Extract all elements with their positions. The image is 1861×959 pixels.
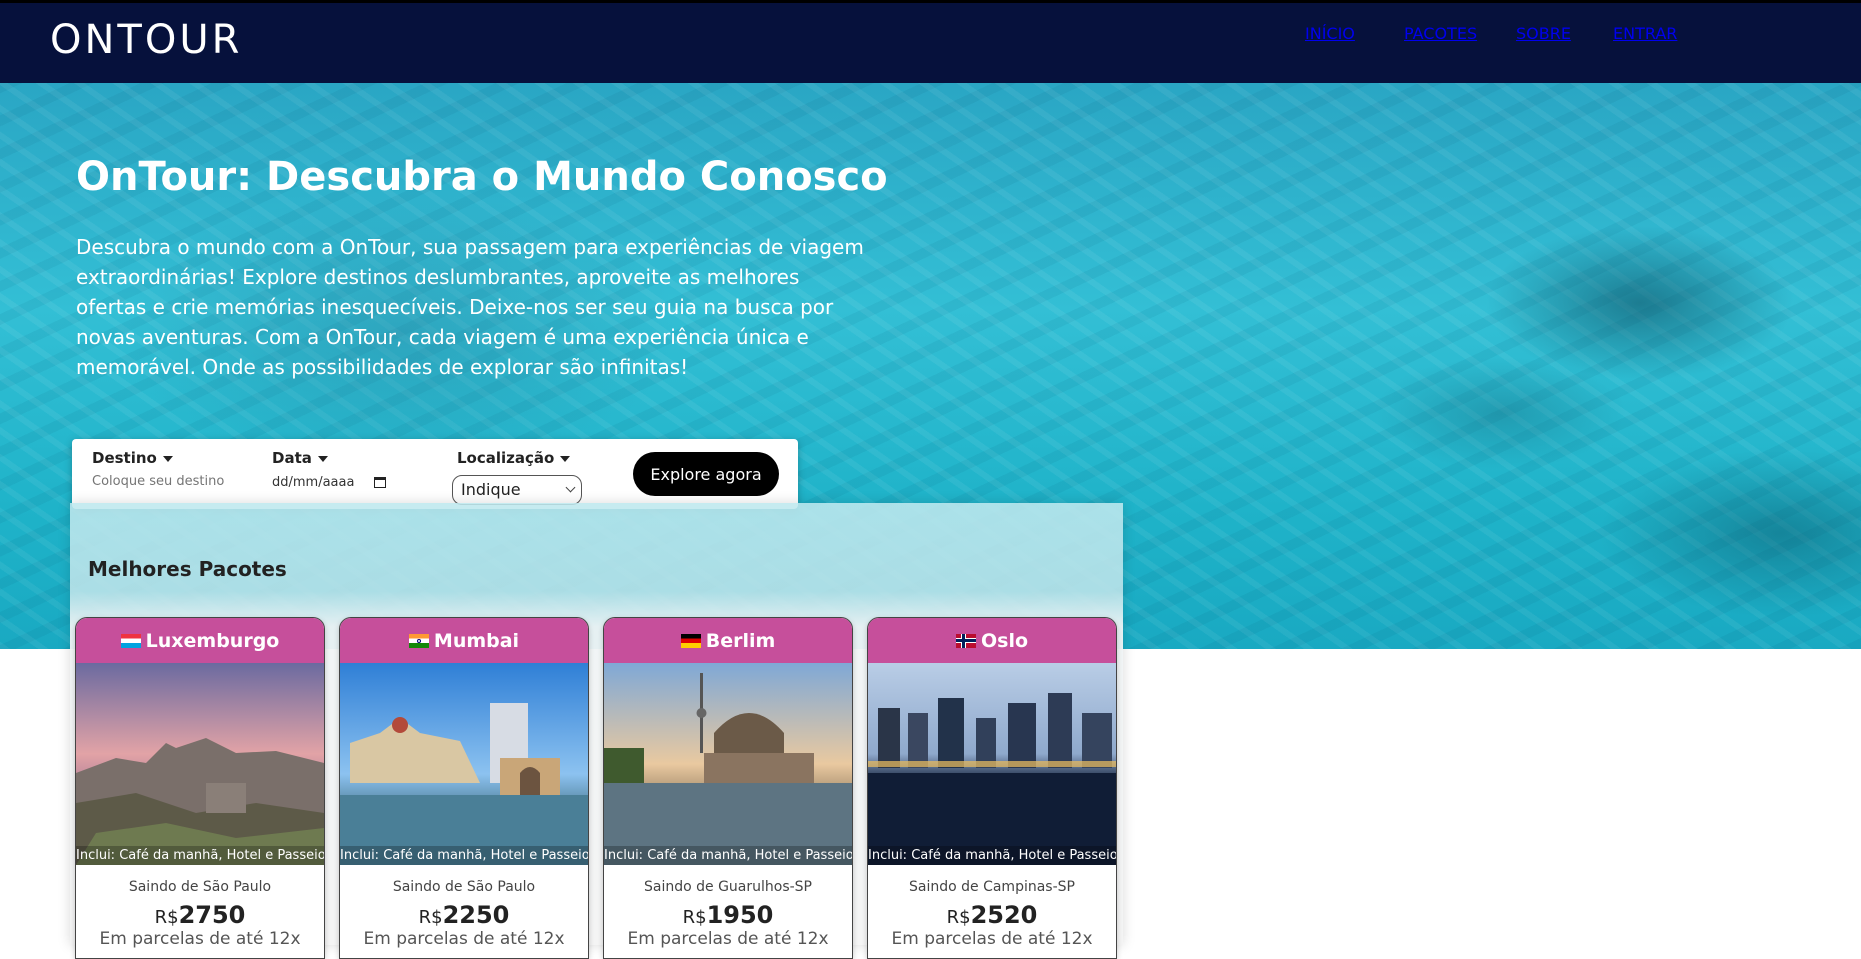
card-installments: Em parcelas de até 12x xyxy=(99,929,301,949)
card-currency: R$ xyxy=(682,907,707,928)
search-bar: Destino Data dd/mm/aaaa Localização Indi… xyxy=(72,439,798,509)
card-currency: R$ xyxy=(418,907,443,928)
localizacao-selected-value: Indique xyxy=(461,480,521,499)
nav-sobre[interactable]: SOBRE xyxy=(1516,24,1571,43)
package-card-luxemburgo[interactable]: Luxemburgo Inclui: Café da manhã, Hotel … xyxy=(75,617,325,959)
card-includes: Inclui: Café da manhã, Hotel e Passeios xyxy=(604,846,852,865)
berlin-photo xyxy=(604,663,852,865)
card-price-value: 2250 xyxy=(442,901,510,929)
caret-down-icon xyxy=(560,455,571,462)
nav-inicio[interactable]: INÍCIO xyxy=(1305,24,1355,43)
card-departure: Saindo de São Paulo xyxy=(128,879,272,895)
luxembourg-photo xyxy=(76,663,324,865)
card-header: Oslo xyxy=(868,618,1116,663)
luxembourg-flag-icon xyxy=(120,633,141,648)
destination-image: Inclui: Café da manhã, Hotel e Passeios xyxy=(76,663,324,865)
caret-down-icon xyxy=(162,455,173,462)
top-navbar: ONTOUR INÍCIO PACOTES SOBRE ENTRAR xyxy=(0,0,1861,83)
nav-pacotes[interactable]: PACOTES xyxy=(1404,24,1477,43)
card-currency: R$ xyxy=(946,907,971,928)
localizacao-select[interactable]: Indique xyxy=(452,475,582,505)
card-city: Luxemburgo xyxy=(145,629,280,652)
card-currency: R$ xyxy=(154,907,179,928)
card-price-value: 2520 xyxy=(970,901,1038,929)
data-label-text: Data xyxy=(272,449,312,467)
card-departure: Saindo de Campinas-SP xyxy=(909,879,1075,895)
localizacao-label[interactable]: Localização xyxy=(457,449,571,467)
destination-image: Inclui: Café da manhã, Hotel e Passeios xyxy=(604,663,852,865)
card-installments: Em parcelas de até 12x xyxy=(363,929,565,949)
nav-entrar[interactable]: ENTRAR xyxy=(1613,24,1677,43)
card-price: R$2750 xyxy=(76,901,324,929)
hero-description: Descubra o mundo com a OnTour, sua passa… xyxy=(76,235,864,379)
card-price: R$2520 xyxy=(868,901,1116,929)
card-price-value: 1950 xyxy=(706,901,774,929)
card-departure: Saindo de Guarulhos-SP xyxy=(643,879,812,895)
package-card-mumbai[interactable]: Mumbai Inclui: Café da manhã, Hotel e Pa… xyxy=(339,617,589,959)
explore-button[interactable]: Explore agora xyxy=(633,452,779,496)
data-label[interactable]: Data xyxy=(272,449,328,467)
germany-flag-icon xyxy=(680,633,701,648)
packages-title: Melhores Pacotes xyxy=(88,557,287,581)
destino-label[interactable]: Destino xyxy=(92,449,173,467)
destination-image: Inclui: Café da manhã, Hotel e Passeios xyxy=(868,663,1116,865)
calendar-icon[interactable] xyxy=(374,477,386,488)
card-price: R$2250 xyxy=(340,901,588,929)
card-includes: Inclui: Café da manhã, Hotel e Passeios xyxy=(76,846,324,865)
card-body: Saindo de São Paulo R$2750 Em parcelas d… xyxy=(76,865,324,949)
card-city: Oslo xyxy=(980,629,1029,652)
destino-input[interactable] xyxy=(92,474,242,489)
india-flag-icon xyxy=(408,633,429,648)
card-body: Saindo de Guarulhos-SP R$1950 Em parcela… xyxy=(604,865,852,949)
package-card-oslo[interactable]: Oslo Inclui: Café da manhã, Hotel e Pass… xyxy=(867,617,1117,959)
hero-title: OnTour: Descubra o Mundo Conosco xyxy=(76,154,888,200)
card-body: Saindo de São Paulo R$2250 Em parcelas d… xyxy=(340,865,588,949)
card-header: Berlim xyxy=(604,618,852,663)
card-body: Saindo de Campinas-SP R$2520 Em parcelas… xyxy=(868,865,1116,949)
card-installments: Em parcelas de até 12x xyxy=(891,929,1093,949)
mumbai-photo xyxy=(340,663,588,865)
localizacao-label-text: Localização xyxy=(457,449,555,467)
card-installments: Em parcelas de até 12x xyxy=(627,929,829,949)
norway-flag-icon xyxy=(955,633,976,648)
date-input[interactable]: dd/mm/aaaa xyxy=(272,475,354,490)
package-card-berlim[interactable]: Berlim Inclui: Café da manhã, Hotel e Pa… xyxy=(603,617,853,959)
destino-label-text: Destino xyxy=(92,449,157,467)
card-price-value: 2750 xyxy=(178,901,246,929)
card-departure: Saindo de São Paulo xyxy=(392,879,536,895)
brand-logo[interactable]: ONTOUR xyxy=(50,17,242,63)
oslo-photo xyxy=(868,663,1116,865)
card-header: Mumbai xyxy=(340,618,588,663)
card-price: R$1950 xyxy=(604,901,852,929)
card-city: Mumbai xyxy=(433,629,520,652)
chevron-down-icon xyxy=(565,482,576,493)
card-header: Luxemburgo xyxy=(76,618,324,663)
card-includes: Inclui: Café da manhã, Hotel e Passeios xyxy=(340,846,588,865)
destination-image: Inclui: Café da manhã, Hotel e Passeios xyxy=(340,663,588,865)
card-city: Berlim xyxy=(705,629,776,652)
caret-down-icon xyxy=(317,455,328,462)
card-includes: Inclui: Café da manhã, Hotel e Passeios xyxy=(868,846,1116,865)
